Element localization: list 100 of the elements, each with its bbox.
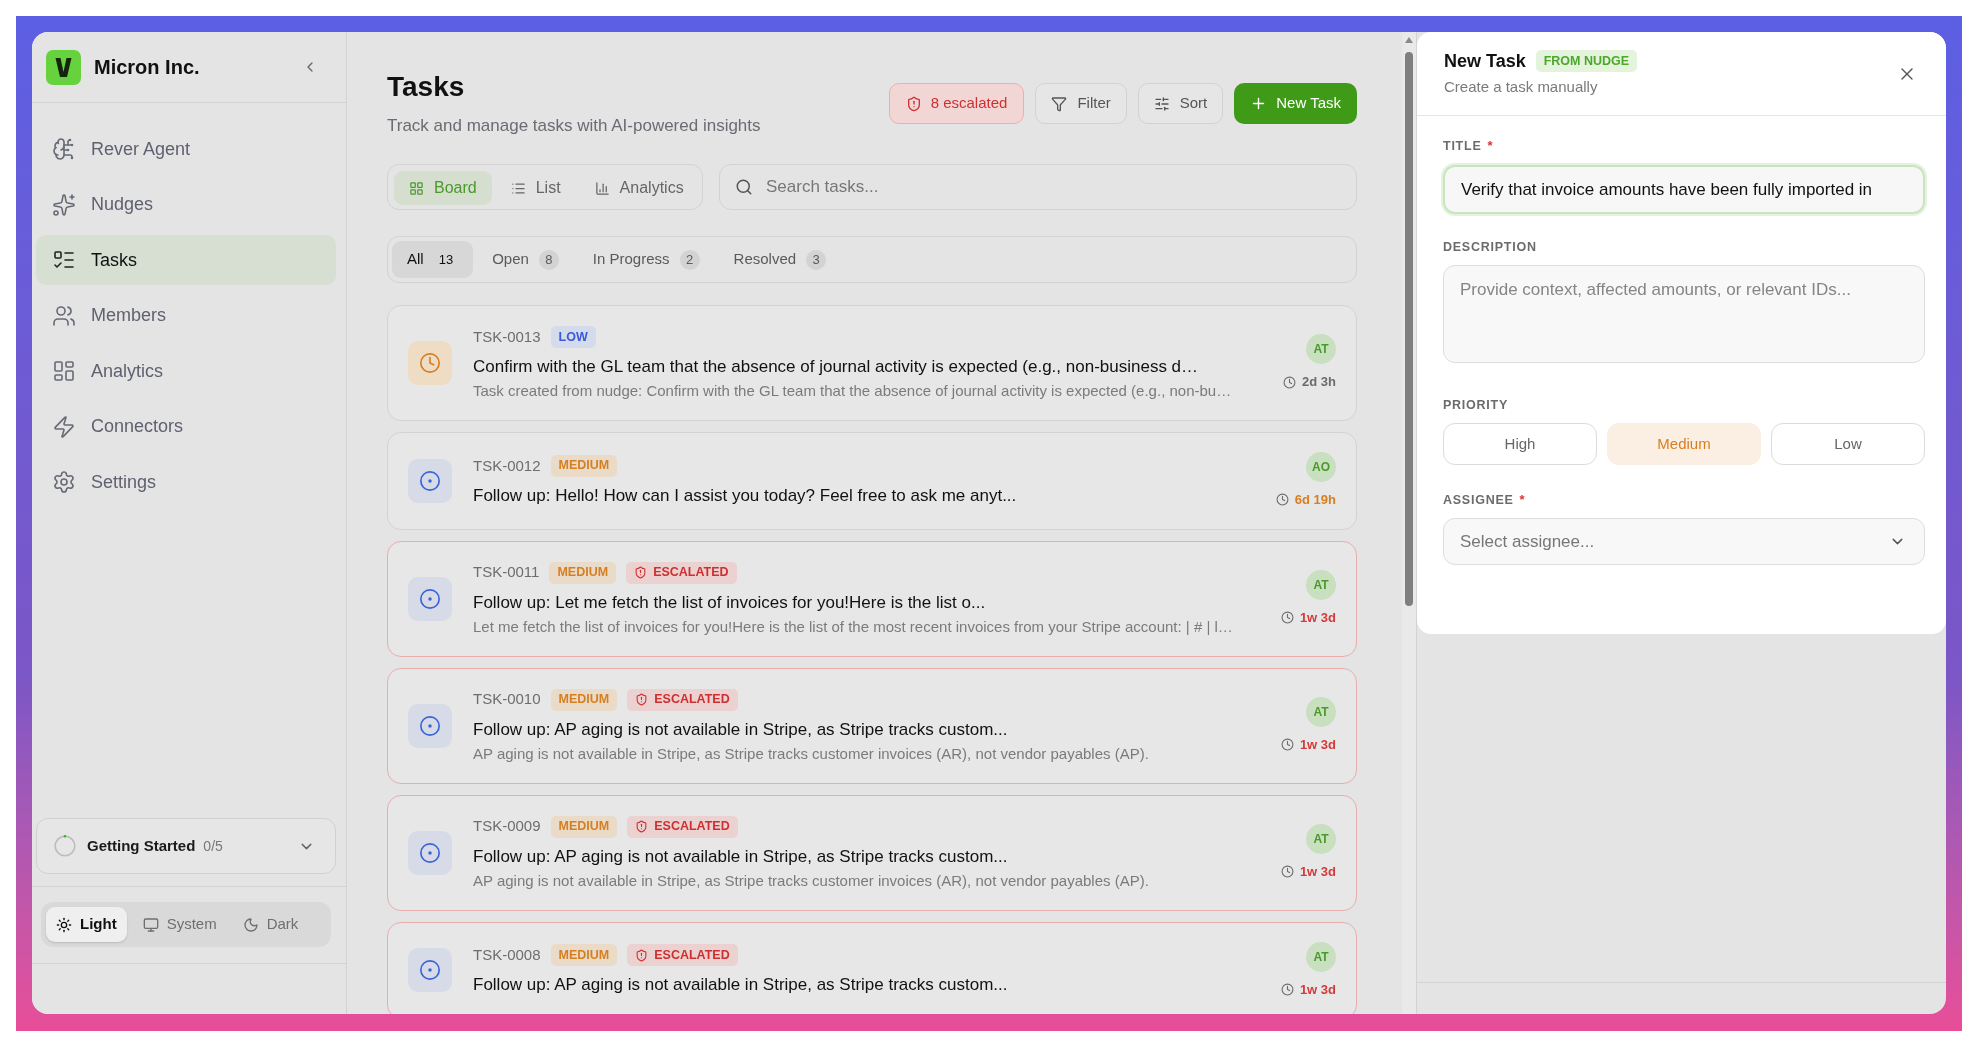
- tab-count: 3: [806, 249, 827, 270]
- users-icon: [52, 303, 76, 328]
- theme-option[interactable]: Light: [46, 907, 127, 942]
- assignee-avatar: AT: [1306, 696, 1336, 727]
- assignee-avatar: AT: [1306, 569, 1336, 600]
- task-card[interactable]: [387, 794, 1357, 911]
- priority-badge: MEDIUM: [549, 561, 617, 584]
- source-badge: FROM NUDGE: [1535, 50, 1638, 72]
- task-description: AP aging is not available in Stripe, as Stripe tracks customer invoices (AR), not vendor payables (AP).: [473, 743, 1150, 764]
- view-tab[interactable]: List: [495, 171, 576, 205]
- assignee-avatar: AT: [1306, 941, 1336, 972]
- tab-count: 8: [538, 249, 559, 270]
- sort-button[interactable]: Sort: [1137, 83, 1224, 124]
- field-label: PRIORITY: [1443, 397, 1509, 413]
- task-age: 1w 3d: [1299, 862, 1336, 881]
- escalated-button[interactable]: 8 escalated: [888, 83, 1025, 124]
- task-title: Follow up: Let me fetch the list of invoices for you!Here is the list o...: [473, 591, 987, 614]
- theme-option[interactable]: Dark: [232, 907, 309, 942]
- page-subtitle: Track and manage tasks with AI-powered insights: [387, 115, 761, 137]
- tab-count: 2: [679, 249, 700, 270]
- title-input[interactable]: Verify that invoice amounts have been fully imported in: [1443, 165, 1925, 214]
- tab-count: 13: [437, 250, 455, 269]
- task-age: 1w 3d: [1299, 608, 1336, 627]
- clock-icon: [1280, 738, 1294, 751]
- monitor-icon: [142, 916, 159, 933]
- status-tab[interactable]: All 13: [392, 241, 474, 278]
- filter-icon: [1051, 95, 1068, 112]
- nav-item[interactable]: Settings: [36, 457, 336, 507]
- field-label: ASSIGNEE: [1443, 492, 1514, 508]
- logo-icon: [46, 49, 81, 85]
- nav-item[interactable]: Nudges: [36, 179, 336, 230]
- assignee-avatar: AT: [1306, 823, 1336, 854]
- task-title: Follow up: AP aging is not available in Stripe, as Stripe tracks custom...: [473, 974, 1009, 997]
- task-card[interactable]: TSK-0008 MEDIUM ESCALATED Follow up: AP aging is not available in Stripe, as Stripe tracks custom... AT 1w 3d: [387, 921, 1357, 1014]
- brain-icon: [52, 137, 76, 161]
- description-input[interactable]: Provide context, affected amounts, or relevant IDs...: [1443, 265, 1925, 363]
- assignee-select[interactable]: Select assignee...: [1443, 518, 1925, 565]
- priority-badge: MEDIUM: [550, 944, 618, 967]
- scrollbar[interactable]: [1402, 32, 1416, 1014]
- priority-option[interactable]: High: [1443, 423, 1597, 465]
- field-label: TITLE: [1443, 138, 1482, 154]
- clock-icon: [1280, 982, 1294, 996]
- task-id: TSK-0011: [473, 562, 540, 583]
- status-tab[interactable]: Open 8: [477, 241, 574, 278]
- theme-option[interactable]: System: [132, 907, 227, 942]
- priority-badge: MEDIUM: [550, 688, 618, 711]
- progress-count: 0/5: [203, 836, 223, 856]
- view-tab[interactable]: Board: [394, 171, 492, 205]
- nav-item[interactable]: Connectors: [36, 401, 336, 452]
- nav-item[interactable]: Rever Agent: [36, 124, 336, 174]
- task-age: 1w 3d: [1299, 735, 1336, 754]
- clock-icon: [1280, 611, 1294, 624]
- view-tab[interactable]: Analytics: [579, 171, 699, 205]
- task-title: Confirm with the GL team that the absence of journal activity is expected (e.g., non-business d…: [473, 356, 1200, 378]
- nav-item[interactable]: Tasks: [36, 235, 336, 285]
- task-id: TSK-0012: [473, 455, 541, 476]
- nav-item[interactable]: Members: [36, 290, 336, 341]
- progress-ring-icon: [54, 835, 76, 857]
- task-card[interactable]: TSK-0012 MEDIUM Follow up: Hello! How can I assist you today? Feel free to ask me anyt... AO 6d 19h: [387, 432, 1357, 530]
- sparkles-icon: [52, 192, 76, 217]
- priority-badge: MEDIUM: [550, 454, 618, 477]
- new-task-button[interactable]: New Task: [1234, 83, 1357, 124]
- task-card[interactable]: [387, 667, 1357, 784]
- task-id: TSK-0008: [473, 945, 541, 965]
- escalated-label: ESCALATED: [653, 564, 729, 582]
- settings-icon: [52, 470, 76, 494]
- task-id: TSK-0009: [473, 816, 541, 837]
- status-tab[interactable]: In Progress 2: [577, 241, 715, 278]
- task-id: TSK-0013: [473, 326, 541, 347]
- sliders-icon: [1153, 95, 1170, 112]
- clock-icon: [1280, 865, 1294, 878]
- task-age: 1w 3d: [1299, 980, 1336, 999]
- sun-icon: [56, 916, 72, 933]
- assignee-avatar: AT: [1306, 334, 1336, 365]
- task-title: Follow up: AP aging is not available in Stripe, as Stripe tracks custom...: [473, 718, 1009, 741]
- bar-chart-icon: [594, 180, 610, 196]
- task-id: TSK-0010: [473, 689, 541, 710]
- task-title: Follow up: AP aging is not available in Stripe, as Stripe tracks custom...: [473, 845, 1009, 868]
- nav-item[interactable]: Analytics: [36, 346, 336, 396]
- shield-alert-icon: [635, 948, 649, 962]
- priority-option[interactable]: Low: [1771, 423, 1925, 465]
- status-tab[interactable]: Resolved 3: [718, 241, 842, 278]
- escalated-label: ESCALATED: [654, 691, 730, 709]
- task-card[interactable]: [387, 305, 1357, 421]
- required-mark: *: [1487, 138, 1493, 154]
- assignee-avatar: AO: [1306, 452, 1336, 482]
- task-age: 6d 19h: [1294, 491, 1336, 509]
- field-label: DESCRIPTION: [1443, 239, 1537, 255]
- task-card[interactable]: [387, 540, 1357, 657]
- search-icon: [735, 178, 753, 196]
- task-description: Let me fetch the list of invoices for you!Here is the list of the most recent invoices from your Stripe account: | # | l…: [473, 616, 1234, 637]
- priority-option[interactable]: Medium: [1607, 423, 1761, 465]
- moon-icon: [242, 916, 259, 933]
- filter-button[interactable]: Filter: [1035, 83, 1127, 124]
- lightning-icon: [52, 414, 76, 439]
- getting-started-button[interactable]: Getting Started 0/5: [36, 818, 336, 874]
- search-field[interactable]: Search tasks...: [719, 164, 1357, 210]
- grid-icon: [409, 180, 424, 196]
- clock-icon: [1275, 493, 1289, 507]
- list-icon: [510, 180, 526, 196]
